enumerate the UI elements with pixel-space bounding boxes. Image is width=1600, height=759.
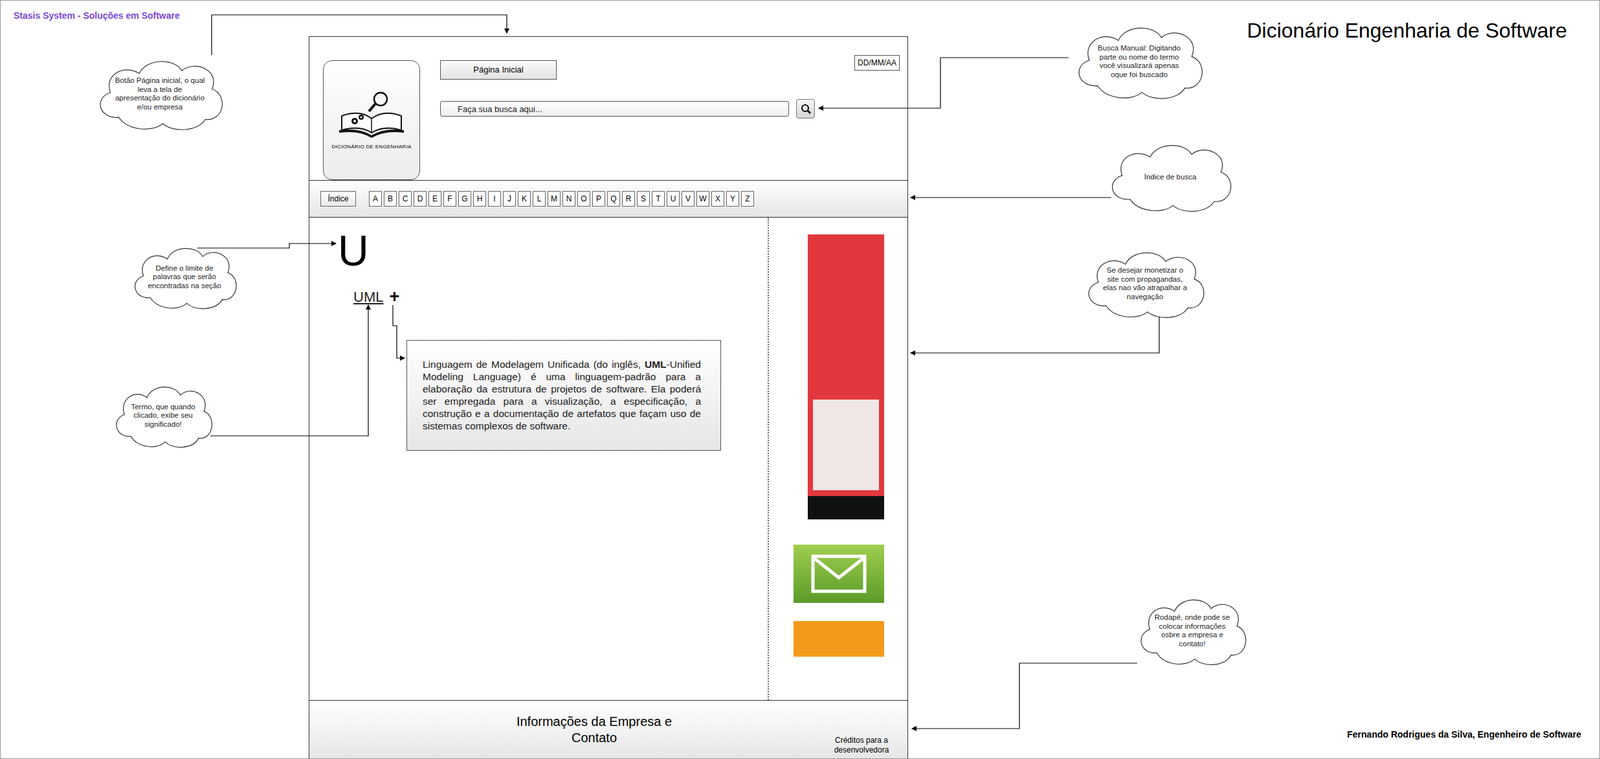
connector-arrow <box>910 316 1160 353</box>
page-wireframe: DICIONÁRIO DE ENGENHARIAPágina InicialDD… <box>308 36 909 759</box>
letter-button[interactable]: N <box>562 190 576 207</box>
connector-arrow <box>210 304 369 436</box>
letter-button[interactable]: U <box>666 190 680 207</box>
letter-button[interactable]: A <box>368 190 382 207</box>
index-bar: Índice ABCDEFGHIJKLMNOPQRSTUVWXYZ <box>309 179 908 218</box>
annotation-cloud: Se desejar monetizar o site com propagan… <box>1080 245 1210 320</box>
connector-arrow <box>818 57 1069 109</box>
envelope-icon <box>811 554 867 593</box>
annotation-cloud: Botão Página inicial, o qual leva a tela… <box>91 53 229 132</box>
logo[interactable]: DICIONÁRIO DE ENGENHARIA <box>322 60 421 180</box>
ad-panel <box>793 602 885 621</box>
connector-arrow <box>392 304 405 358</box>
search-input[interactable] <box>440 100 789 117</box>
annotation-cloud: Busca Manual: Digitando parte ou nome do… <box>1069 20 1209 101</box>
letter-button[interactable]: R <box>622 190 635 207</box>
letter-button[interactable]: Q <box>607 190 621 207</box>
home-button[interactable]: Página Inicial <box>440 60 557 80</box>
letter-button[interactable]: Z <box>741 190 755 207</box>
arrow-layer <box>0 0 1600 759</box>
ad-panel <box>793 544 885 603</box>
page-footer: Informações da Empresa e Contato Créditos… <box>309 699 908 758</box>
letter-button[interactable]: K <box>517 190 531 207</box>
annotation-text: Rodapé, onde pode se colocar informações… <box>1153 607 1232 655</box>
annotation-cloud: Termo, que quando clicado, exibe seu sig… <box>109 379 217 449</box>
annotation-text: Termo, que quando clicado, exibe seu sig… <box>127 393 199 438</box>
diagram-canvas: Stasis System - Soluções em Software Dici… <box>0 0 1600 759</box>
annotation-cloud: Rodapé, onde pode se colocar informações… <box>1133 592 1252 667</box>
page-header: DICIONÁRIO DE ENGENHARIAPágina InicialDD… <box>309 36 908 180</box>
letter-button[interactable]: V <box>681 190 695 207</box>
ad-banner[interactable] <box>807 234 885 520</box>
ad-column <box>768 217 908 700</box>
letter-button[interactable]: P <box>592 190 606 207</box>
diagram-title: Dicionário Engenharia de Software <box>1246 14 1567 46</box>
annotation-text: Índice de busca <box>1126 152 1215 201</box>
section-letter: U <box>337 229 768 272</box>
footer-info: Informações da Empresa e Contato <box>503 713 685 746</box>
term-section: UUML+Linguagem de Modelagem Unificada (d… <box>309 217 769 700</box>
header-controls: Página InicialDD/MM/AA <box>440 60 900 180</box>
term-definition: Linguagem de Modelagem Unificada (do ing… <box>406 339 722 451</box>
letter-button[interactable]: J <box>502 190 516 207</box>
annotation-cloud: Define o limite de palavras que serão en… <box>127 241 242 311</box>
book-logo-icon <box>333 89 410 141</box>
term-row: UML+ <box>353 286 768 308</box>
connector-arrow <box>911 662 1138 729</box>
letter-button[interactable]: X <box>711 190 725 207</box>
letter-button[interactable]: L <box>532 190 546 207</box>
header-top-row: Página InicialDD/MM/AA <box>440 60 900 80</box>
annotation-text: Botão Página inicial, o qual leva a tela… <box>114 69 206 120</box>
ad-panel <box>812 399 879 490</box>
annotation-cloud: Índice de busca <box>1103 137 1237 213</box>
ad-banner[interactable] <box>793 544 885 657</box>
letter-button[interactable]: I <box>488 190 501 207</box>
index-button[interactable]: Índice <box>320 190 356 207</box>
annotation-text: Busca Manual: Digitando parte ou nome do… <box>1093 36 1185 88</box>
footer-credits: Créditos para a desenvolvedora <box>825 735 898 755</box>
ad-panel <box>793 620 885 657</box>
letter-button[interactable]: F <box>443 190 457 207</box>
letter-button[interactable]: W <box>696 190 710 207</box>
author-label: Fernando Rodrigues da Silva, Engenheiro … <box>1346 727 1582 742</box>
letter-button[interactable]: E <box>428 190 442 207</box>
definition-text: Linguagem de Modelagem Unificada (do ing… <box>422 358 645 370</box>
letter-button[interactable]: H <box>473 190 487 207</box>
magnifier-icon <box>800 103 812 114</box>
letter-button[interactable]: M <box>547 190 561 207</box>
letter-button[interactable]: O <box>577 190 591 207</box>
search-button[interactable] <box>796 99 815 119</box>
connector-arrow <box>910 196 1112 198</box>
letter-button[interactable]: S <box>636 190 650 207</box>
letter-button[interactable]: B <box>383 190 397 207</box>
brand-label: Stasis System - Soluções em Software <box>13 9 180 23</box>
letter-button[interactable]: D <box>413 190 427 207</box>
term-link[interactable]: UML <box>353 286 384 308</box>
search-row <box>440 99 900 119</box>
letter-button[interactable]: G <box>458 190 472 207</box>
content-area: UUML+Linguagem de Modelagem Unificada (d… <box>309 217 908 700</box>
expand-toggle[interactable]: + <box>388 288 400 306</box>
letter-button[interactable]: T <box>651 190 665 207</box>
definition-text: UML <box>644 358 667 370</box>
annotation-text: Define o limite de palavras que serão en… <box>146 255 223 300</box>
date-label: DD/MM/AA <box>854 55 900 71</box>
logo-text: DICIONÁRIO DE ENGENHARIA <box>331 143 412 151</box>
annotation-text: Se desejar monetizar o site com propagan… <box>1102 260 1188 308</box>
ad-bar <box>807 495 885 520</box>
connector-arrow <box>211 14 507 56</box>
connector-arrow <box>197 243 336 248</box>
letter-list: ABCDEFGHIJKLMNOPQRSTUVWXYZ <box>368 190 755 207</box>
letter-button[interactable]: C <box>398 190 412 207</box>
letter-button[interactable]: Y <box>726 190 740 207</box>
